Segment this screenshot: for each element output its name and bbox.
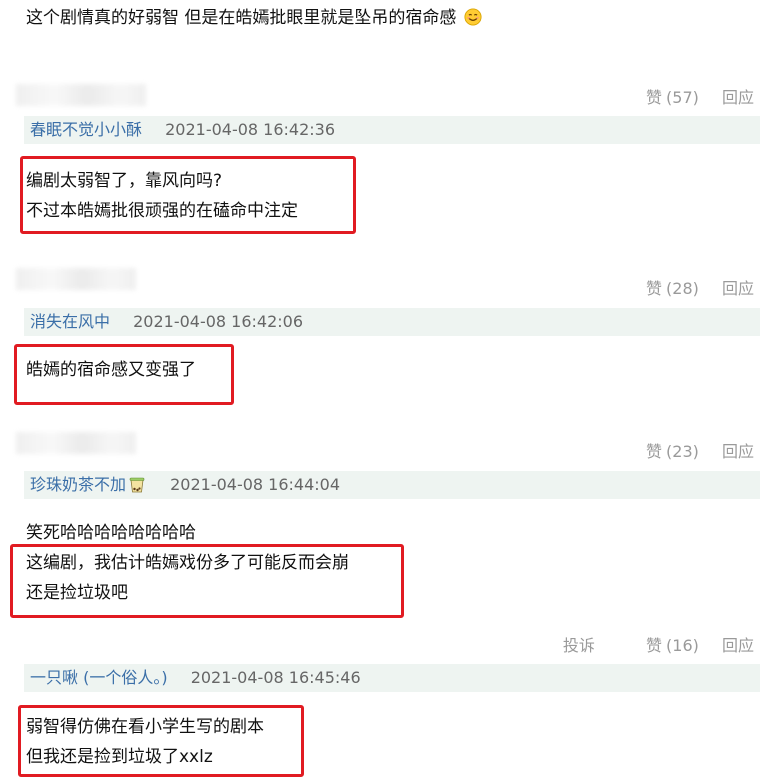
comment-line: 但我还是捡到垃圾了xxlz	[26, 747, 213, 767]
reply-button[interactable]: 回应	[722, 636, 754, 655]
highlight-box	[10, 544, 404, 618]
comment-line: 不过本皓嫣批很顽强的在磕命中注定	[26, 201, 298, 221]
comment-actions: 投诉 赞 (16) 回应	[545, 632, 754, 656]
comment-time: 2021-04-08 16:42:36	[165, 120, 336, 139]
like-button[interactable]: 赞 (16)	[628, 636, 699, 655]
bubble-tea-icon	[129, 477, 145, 493]
comment-meta: 春眠不觉小小酥 2021-04-08 16:42:36	[24, 116, 760, 144]
like-button[interactable]: 赞 (57)	[628, 88, 699, 107]
reply-button[interactable]: 回应	[722, 279, 754, 298]
like-button[interactable]: 赞 (23)	[628, 442, 699, 461]
username-link[interactable]: 一只啾	[30, 668, 78, 687]
comment-time: 2021-04-08 16:45:46	[190, 668, 361, 687]
reply-button[interactable]: 回应	[722, 88, 754, 107]
post-text: 这个剧情真的好弱智 但是在皓嫣批眼里就是坠吊的宿命感	[26, 6, 482, 30]
comment-line: 弱智得仿佛在看小学生写的剧本	[26, 717, 264, 737]
username-link[interactable]: 珍珠奶茶不加	[30, 475, 126, 494]
comment-meta: 一只啾 (一个俗人。) 2021-04-08 16:45:46	[24, 664, 760, 692]
avatar[interactable]	[16, 432, 136, 454]
comment-actions: 赞 (23) 回应	[610, 438, 754, 462]
comment-meta: 消失在风中 2021-04-08 16:42:06	[24, 308, 760, 336]
comment-body: 弱智得仿佛在看小学生写的剧本 但我还是捡到垃圾了xxlz	[26, 712, 264, 772]
comment-actions: 赞 (28) 回应	[610, 275, 754, 299]
avatar[interactable]	[16, 84, 146, 106]
comment-body: 皓嫣的宿命感又变强了	[26, 355, 196, 385]
comment-time: 2021-04-08 16:42:06	[133, 312, 304, 331]
comment-time: 2021-04-08 16:44:04	[170, 475, 341, 494]
username-link[interactable]: 春眠不觉小小酥	[30, 120, 142, 139]
comment-body: 编剧太弱智了，靠风向吗? 不过本皓嫣批很顽强的在磕命中注定	[26, 166, 298, 226]
comment-actions: 赞 (57) 回应	[610, 84, 754, 108]
avatar[interactable]	[16, 268, 136, 290]
like-button[interactable]: 赞 (28)	[628, 279, 699, 298]
username-link[interactable]: 消失在风中	[30, 312, 110, 331]
reply-button[interactable]: 回应	[722, 442, 754, 461]
comment-line: 皓嫣的宿命感又变强了	[26, 360, 196, 380]
report-button[interactable]: 投诉	[563, 636, 595, 655]
post-text-content: 这个剧情真的好弱智 但是在皓嫣批眼里就是坠吊的宿命感	[26, 8, 457, 28]
user-note: (一个俗人。)	[78, 668, 168, 687]
comment-line: 编剧太弱智了，靠风向吗?	[26, 171, 223, 191]
smiling-face-icon	[464, 8, 482, 26]
comment-meta: 珍珠奶茶不加 2021-04-08 16:44:04	[24, 471, 760, 499]
